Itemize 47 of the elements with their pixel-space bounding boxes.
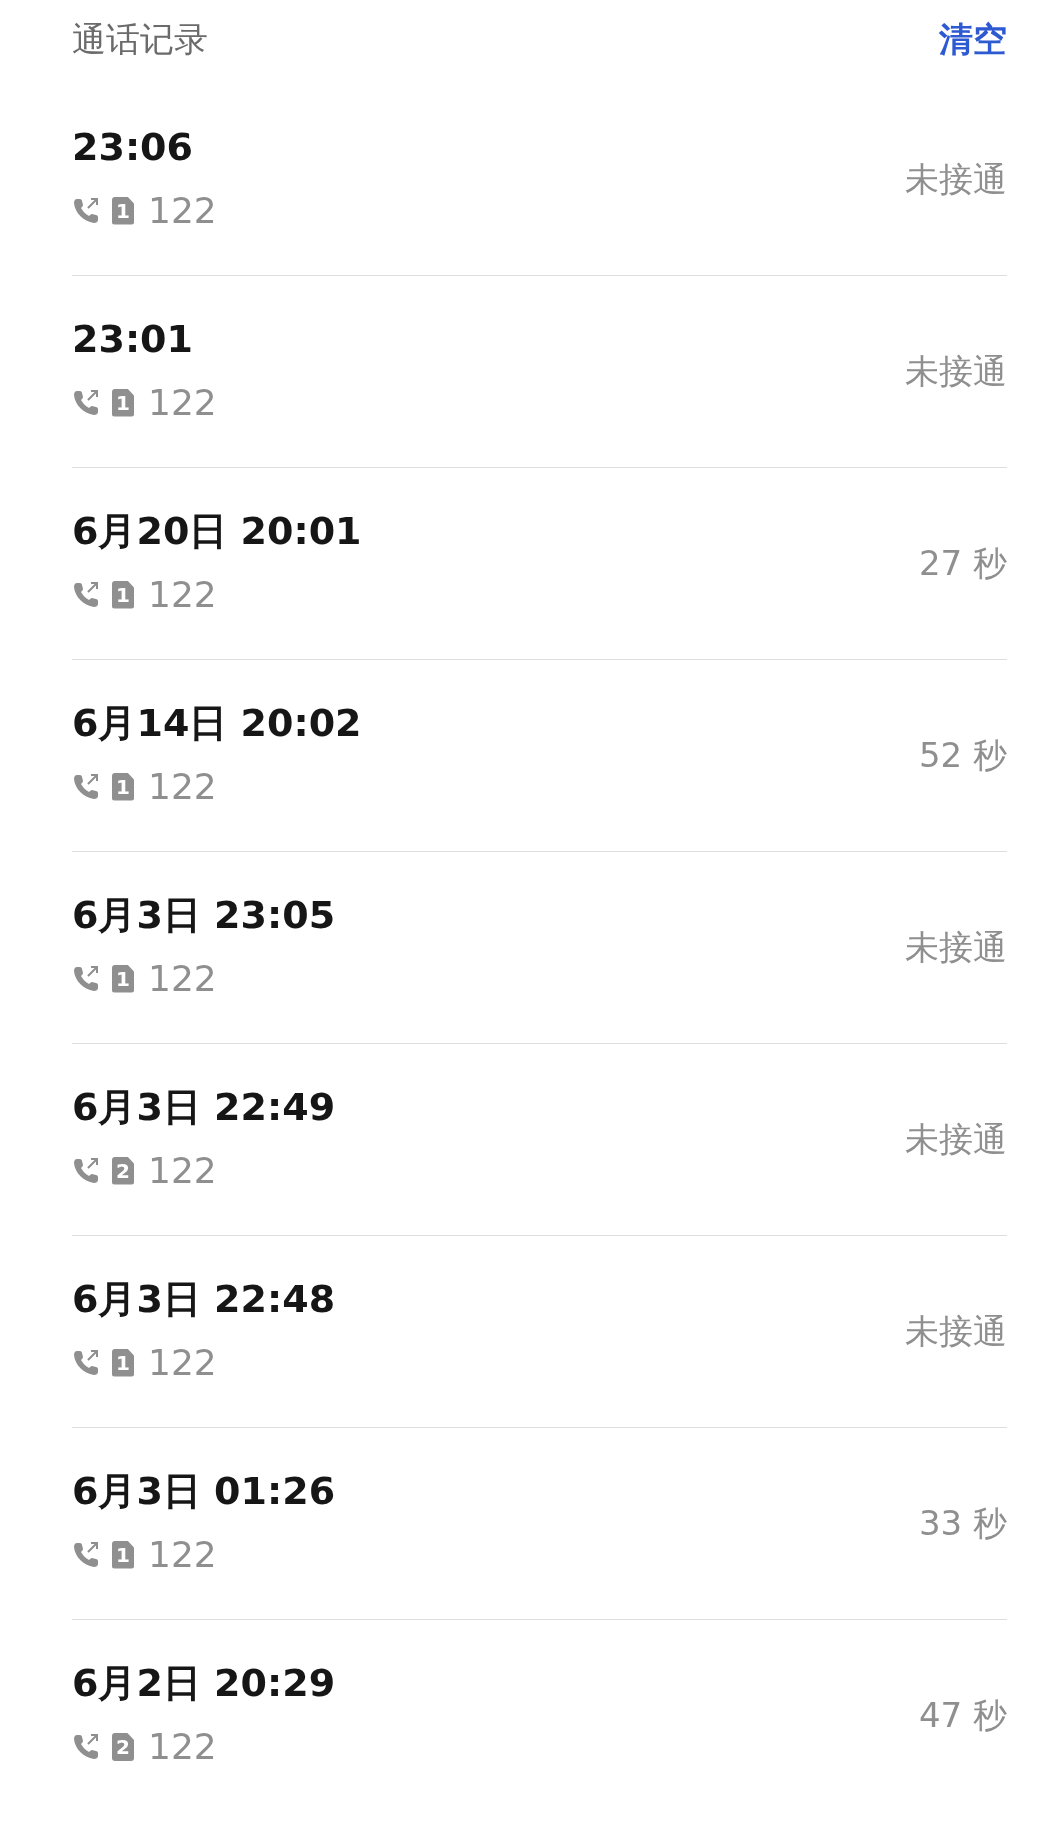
call-time: 6月3日 23:05 — [72, 892, 336, 937]
call-status: 47 秒 — [918, 1694, 1007, 1737]
phone-number: 122 — [148, 1342, 217, 1383]
call-time: 6月3日 22:48 — [72, 1276, 336, 1321]
phone-number: 122 — [148, 958, 217, 999]
sim-badge: 1 — [112, 1348, 134, 1377]
call-row[interactable]: 23:06 1 122 未接通 — [72, 84, 1007, 276]
call-row[interactable]: 6月3日 22:48 1 122 未接通 — [72, 1236, 1007, 1428]
phone-number: 122 — [148, 1150, 217, 1191]
call-status: 52 秒 — [918, 733, 1007, 777]
call-row[interactable]: 6月14日 20:02 1 122 52 秒 — [72, 660, 1007, 852]
phone-number: 122 — [148, 382, 217, 423]
phone-number: 122 — [148, 1534, 217, 1575]
call-time: 6月20日 20:01 — [72, 508, 362, 553]
call-time: 23:06 — [72, 124, 194, 169]
call-time: 23:01 — [72, 316, 194, 361]
call-status: 未接通 — [905, 1117, 1007, 1161]
call-time: 6月3日 01:26 — [72, 1468, 336, 1513]
call-status: 未接通 — [905, 1309, 1007, 1353]
clear-button[interactable]: 清空 — [939, 17, 1007, 63]
call-row[interactable]: 6月3日 01:26 1 122 33 秒 — [72, 1428, 1007, 1620]
sim-badge: 1 — [112, 1540, 134, 1569]
sim-badge: 2 — [112, 1156, 134, 1185]
sim-badge: 1 — [112, 772, 134, 801]
phone-number: 122 — [148, 574, 217, 615]
call-status: 未接通 — [905, 925, 1007, 969]
call-time: 6月14日 20:02 — [72, 700, 362, 745]
phone-number: 122 — [148, 190, 217, 231]
sim-badge: 1 — [112, 388, 134, 417]
call-status: 27 秒 — [918, 541, 1007, 585]
sim-badge: 1 — [112, 196, 134, 225]
sim-badge: 1 — [112, 964, 134, 993]
call-status: 未接通 — [905, 349, 1007, 393]
call-row[interactable]: 6月3日 22:49 2 122 未接通 — [72, 1044, 1007, 1236]
call-time: 6月3日 22:49 — [72, 1084, 336, 1129]
call-row[interactable]: 6月20日 20:01 1 122 27 秒 — [72, 468, 1007, 660]
call-row[interactable]: 6月2日 20:29 2 122 47 秒 — [72, 1620, 1007, 1812]
sim-badge: 2 — [112, 1733, 134, 1761]
sim-badge: 1 — [112, 580, 134, 609]
call-row[interactable]: 6月3日 23:05 1 122 未接通 — [72, 852, 1007, 1044]
phone-number: 122 — [148, 766, 217, 807]
call-status: 未接通 — [905, 157, 1007, 201]
section-title: 通话记录 — [72, 18, 208, 61]
phone-number: 122 — [148, 1727, 217, 1767]
call-row[interactable]: 23:01 1 122 未接通 — [72, 276, 1007, 468]
call-time: 6月2日 20:29 — [72, 1661, 336, 1705]
call-status: 33 秒 — [918, 1501, 1007, 1545]
